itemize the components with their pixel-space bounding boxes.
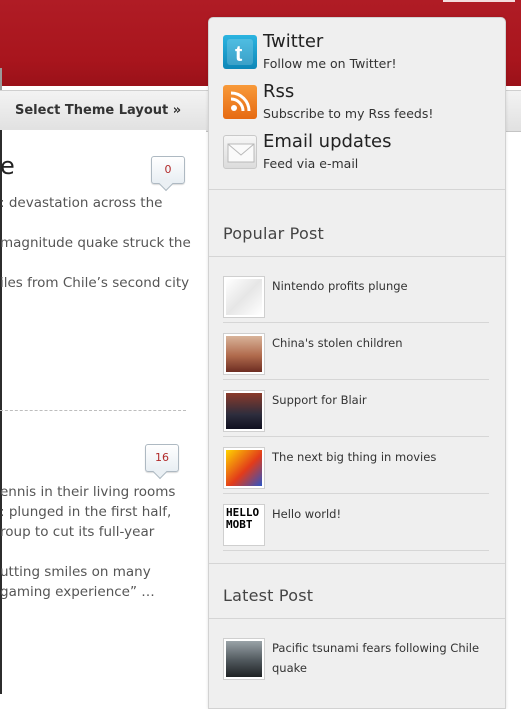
subscribe-description: Feed via e-mail <box>263 156 359 171</box>
post-excerpt-line: utting smiles on many <box>0 564 151 580</box>
svg-text:t: t <box>235 41 243 66</box>
latest-post-title-line: quake <box>272 661 307 675</box>
subscribe-description: Follow me on Twitter! <box>263 56 397 71</box>
post-excerpt-line: iles from Chile’s second city <box>0 275 190 291</box>
popular-post-heading: Popular Post <box>223 224 324 243</box>
latest-post-title[interactable]: Pacific tsunami fears following Chile qu… <box>272 638 479 678</box>
post-title[interactable]: e <box>0 152 15 180</box>
comment-count-badge[interactable]: 16 <box>145 444 179 472</box>
popular-post-item[interactable]: Nintendo profits plunge <box>223 276 489 323</box>
select-theme-layout-link[interactable]: Select Theme Layout » <box>15 103 181 118</box>
popular-post-item[interactable]: HELLO MOBT Hello world! <box>223 504 489 551</box>
post-excerpt-line: magnitude quake struck the <box>0 235 191 251</box>
post-thumbnail[interactable] <box>223 638 265 680</box>
header-tab-edge <box>443 0 515 2</box>
latest-post-heading: Latest Post <box>223 586 314 605</box>
twitter-icon: t <box>223 35 257 69</box>
post-thumbnail[interactable] <box>223 276 265 318</box>
rss-icon <box>223 85 257 119</box>
popular-post-item[interactable]: The next big thing in movies <box>223 447 489 494</box>
nav-left-edge <box>0 68 2 90</box>
comment-count-badge[interactable]: 0 <box>151 156 185 184</box>
post-excerpt-line: : plunged in the first half, <box>0 504 172 520</box>
post-excerpt-line: ennis in their living rooms <box>0 484 176 500</box>
post-thumbnail[interactable] <box>223 390 265 432</box>
subscribe-title[interactable]: Twitter <box>263 31 323 52</box>
latest-post-item[interactable]: Pacific tsunami fears following Chile qu… <box>223 638 489 686</box>
hello-world-thumbnail-text: HELLO MOBT <box>226 507 262 543</box>
latest-post-title-line: Pacific tsunami fears following Chile <box>272 641 480 655</box>
post-thumbnail[interactable] <box>223 447 265 489</box>
post-thumbnail[interactable] <box>223 333 265 375</box>
email-icon <box>223 135 257 169</box>
popular-post-item[interactable]: Support for Blair <box>223 390 489 437</box>
popular-post-title[interactable]: China's stolen children <box>272 333 403 353</box>
popular-post-title[interactable]: Nintendo profits plunge <box>272 276 408 296</box>
main-content <box>0 130 206 694</box>
sidebar-divider <box>209 563 505 564</box>
subscribe-description: Subscribe to my Rss feeds! <box>263 106 434 121</box>
content-left-edge <box>0 130 2 694</box>
popular-post-title[interactable]: The next big thing in movies <box>272 447 436 467</box>
sidebar-divider <box>209 256 505 257</box>
sidebar-divider <box>209 189 505 190</box>
post-excerpt-line: gaming experience” … <box>0 584 155 600</box>
popular-post-item[interactable]: China's stolen children <box>223 333 489 380</box>
post-divider <box>0 410 186 411</box>
sidebar-divider <box>209 618 505 619</box>
post-excerpt-line: : devastation across the <box>0 195 163 211</box>
post-thumbnail[interactable]: HELLO MOBT <box>223 504 265 546</box>
popular-post-title[interactable]: Support for Blair <box>272 390 367 410</box>
popular-post-title[interactable]: Hello world! <box>272 504 341 524</box>
subscribe-title[interactable]: Rss <box>263 81 294 102</box>
post-excerpt-line: roup to cut its full-year <box>0 524 155 540</box>
subscribe-title[interactable]: Email updates <box>263 131 391 152</box>
